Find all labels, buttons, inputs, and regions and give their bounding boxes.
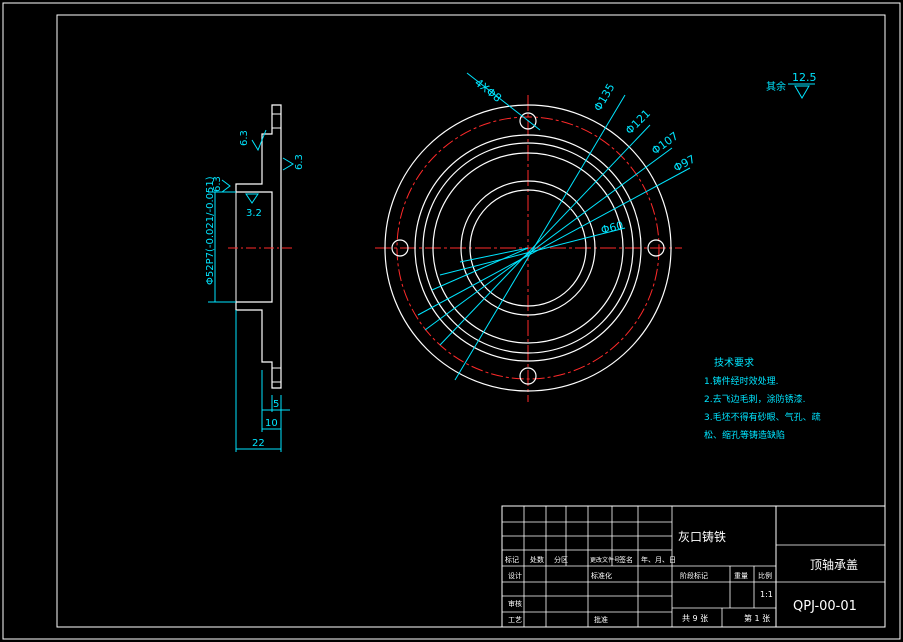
extra-leader (431, 247, 529, 291)
header-sign: 签名 (619, 555, 633, 564)
dia60-leader (439, 227, 626, 276)
dia-label-121: Φ121 (623, 107, 653, 137)
row-design: 设计 (508, 571, 522, 580)
scale-value: 1:1 (760, 590, 773, 599)
sheet-number: 第 1 张 (744, 613, 770, 623)
dim-5: 5 (273, 399, 279, 410)
drawing-number-text: QPJ-00-01 (793, 599, 857, 614)
dia97-leader (417, 167, 691, 316)
svg-text:6.3: 6.3 (212, 176, 223, 192)
material-text: 灰口铸铁 (678, 529, 726, 544)
weight-header: 重量 (734, 572, 748, 580)
header-date: 年、月、日 (641, 555, 676, 564)
outer-border (2, 2, 901, 640)
dia-label-60: Φ60 (600, 219, 625, 237)
row-standardization: 标准化 (591, 571, 612, 580)
scale-header: 比例 (758, 571, 772, 580)
svg-text:6.3: 6.3 (239, 130, 250, 146)
roughness-note-label: 其余 (766, 80, 786, 93)
header-zone: 分区 (554, 555, 568, 564)
section-view: Φ52P7(-0.021/-0.051) 5 10 22 6.3 6.3 6.3… (205, 104, 305, 452)
general-roughness-note: 其余 12.5 (766, 71, 817, 99)
roughness-symbol-3: 6.3 (212, 176, 231, 193)
roughness-symbol-2: 6.3 (282, 154, 305, 171)
row-review: 审核 (508, 599, 522, 608)
dim-22: 22 (252, 438, 265, 449)
title-block: 灰口铸铁 顶轴承盖 QPJ-00-01 标记 处数 分区 更改文件号 签名 年、… (501, 505, 886, 628)
row-process: 工艺 (508, 616, 522, 624)
hole-callout: 4XΦ8 (472, 76, 504, 105)
header-count: 处数 (530, 555, 544, 564)
note-4: 松、缩孔等铸造缺陷 (704, 429, 785, 441)
dia135-leader (454, 94, 626, 381)
sheets-total: 共 9 张 (682, 614, 708, 623)
svg-text:6.3: 6.3 (294, 154, 305, 170)
technical-requirements: 技术要求 1.铸件经时效处理. 2.去飞边毛刺，涂防锈漆. 3.毛坯不得有砂眼、… (704, 356, 821, 441)
cad-drawing-canvas: 4XΦ8 Φ135 Φ121 Φ107 Φ97 Φ60 Φ52P7(-0.021… (2, 2, 901, 640)
header-mark: 标记 (505, 555, 519, 564)
note-3: 3.毛坯不得有砂眼、气孔、疏 (704, 411, 821, 423)
part-name-text: 顶轴承盖 (810, 557, 858, 572)
roughness-symbol-4: 3.2 (245, 193, 262, 219)
notes-title: 技术要求 (714, 356, 754, 369)
roughness-note-triangle (794, 85, 810, 99)
stage-mark-header: 阶段标记 (680, 571, 708, 580)
dia-label-135: Φ135 (591, 81, 617, 113)
header-change-doc: 更改文件号 (590, 556, 620, 564)
dim-10: 10 (265, 418, 278, 429)
note-2: 2.去飞边毛刺，涂防锈漆. (704, 393, 805, 405)
row-approve: 批准 (594, 615, 608, 624)
svg-text:3.2: 3.2 (246, 208, 262, 219)
inner-frame (56, 14, 886, 628)
roughness-note-value: 12.5 (792, 71, 817, 84)
note-1: 1.铸件经时效处理. (704, 375, 778, 387)
front-view: 4XΦ8 Φ135 Φ121 Φ107 Φ97 Φ60 (375, 72, 697, 402)
